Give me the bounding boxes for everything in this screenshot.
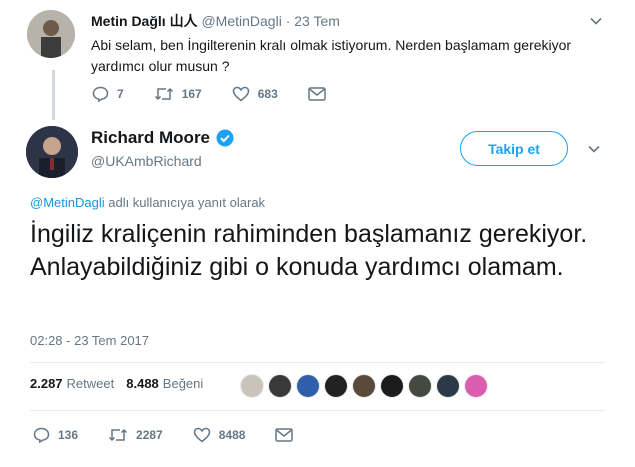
retweet-icon	[109, 428, 128, 442]
envelope-icon	[275, 428, 294, 442]
tweet-timestamp[interactable]: 02:28 - 23 Tem 2017	[30, 333, 149, 348]
liker-avatar[interactable]	[240, 374, 264, 398]
verified-badge-icon	[216, 129, 234, 147]
liker-avatar[interactable]	[380, 374, 404, 398]
reply-action[interactable]: 136	[33, 427, 78, 443]
retweet-stat-label: Retweet	[66, 376, 115, 391]
reply-author-handle[interactable]: @MetinDagli	[201, 13, 281, 29]
liker-avatar[interactable]	[268, 374, 292, 398]
retweet-stat[interactable]: 2.287 Retweet	[30, 376, 114, 391]
reply-tweet-text: Abi selam, ben İngilterenin kralı olmak …	[91, 37, 572, 74]
follow-button[interactable]: Takip et	[460, 131, 568, 166]
avatar[interactable]	[27, 10, 75, 58]
engagement-stats: 2.287 Retweet 8.488 Beğeni	[30, 376, 215, 391]
like-count: 683	[257, 87, 278, 101]
chevron-down-icon[interactable]	[589, 14, 603, 28]
replying-to: @MetinDagli adlı kullanıcıya yanıt olara…	[30, 195, 265, 210]
author-name[interactable]: Richard Moore	[91, 128, 210, 148]
tweet-text: İngiliz kraliçenin rahiminden başlamanız…	[30, 220, 600, 281]
retweet-action[interactable]: 167	[154, 86, 202, 102]
reply-author-name[interactable]: Metin Dağlı	[91, 13, 166, 29]
reply-icon	[33, 427, 50, 443]
liker-avatar[interactable]	[408, 374, 432, 398]
liker-avatar[interactable]	[296, 374, 320, 398]
like-action[interactable]: 8488	[193, 427, 246, 443]
reply-icon	[92, 86, 109, 102]
like-stat-label: Beğeni	[162, 376, 204, 391]
dm-action[interactable]	[275, 428, 301, 442]
separator-dot: ·	[285, 13, 291, 29]
reply-tweet: Metin Dağlı 山人 @MetinDagli · 23 Tem Abi …	[0, 0, 635, 112]
liker-avatars	[240, 374, 492, 398]
retweet-icon	[154, 87, 173, 101]
reply-author-name-suffix: 山人	[169, 13, 198, 29]
liker-avatar[interactable]	[324, 374, 348, 398]
dm-action[interactable]	[308, 87, 334, 101]
reply-action[interactable]: 7	[92, 86, 124, 102]
envelope-icon	[308, 87, 326, 101]
reply-count: 7	[117, 87, 124, 101]
replying-to-label: adlı kullanıcıya yanıt olarak	[104, 195, 266, 210]
reply-count: 136	[58, 428, 79, 442]
divider	[30, 362, 605, 363]
author-handle[interactable]: @UKAmbRichard	[91, 153, 202, 169]
like-action[interactable]: 683	[232, 86, 278, 102]
like-stat-count: 8.488	[126, 376, 159, 391]
retweet-action[interactable]: 2287	[108, 427, 163, 443]
liker-avatar[interactable]	[352, 374, 376, 398]
heart-icon	[232, 86, 249, 102]
liker-avatar[interactable]	[464, 374, 488, 398]
avatar[interactable]	[26, 126, 78, 178]
chevron-down-icon[interactable]	[587, 142, 601, 156]
replying-to-handle-link[interactable]: @MetinDagli	[30, 195, 105, 210]
like-stat[interactable]: 8.488 Beğeni	[126, 376, 203, 391]
heart-icon	[193, 427, 210, 443]
retweet-count: 2287	[136, 428, 163, 442]
divider	[30, 410, 605, 411]
reply-date[interactable]: 23 Tem	[294, 13, 340, 29]
like-count: 8488	[218, 428, 246, 442]
retweet-count: 167	[181, 87, 202, 101]
liker-avatar[interactable]	[436, 374, 460, 398]
retweet-stat-count: 2.287	[30, 376, 63, 391]
thread-line	[52, 70, 55, 120]
